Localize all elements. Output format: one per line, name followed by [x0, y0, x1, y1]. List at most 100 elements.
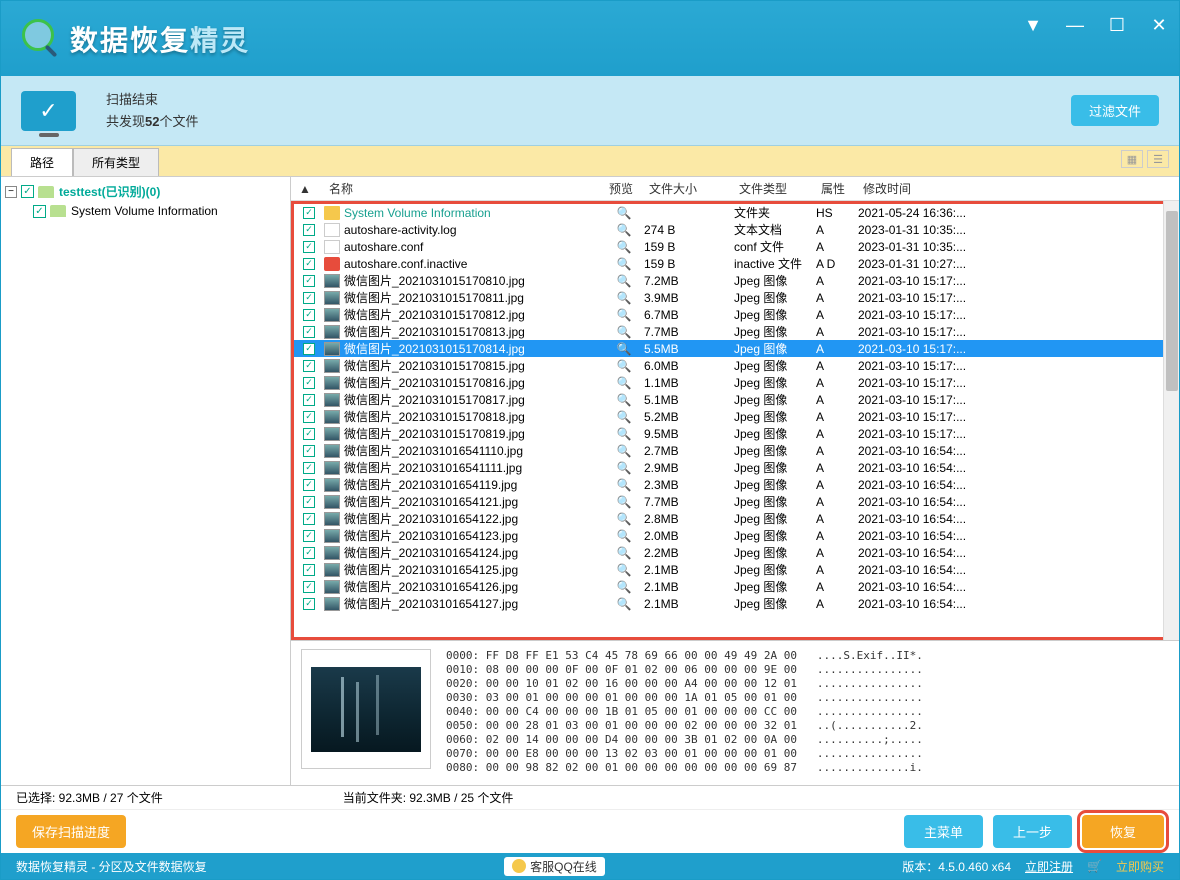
magnifier-icon[interactable]: 🔍 — [604, 359, 644, 373]
col-name[interactable]: 名称 — [321, 176, 601, 201]
checkbox-icon[interactable]: ✓ — [303, 224, 315, 236]
magnifier-icon[interactable]: 🔍 — [604, 223, 644, 237]
magnifier-icon[interactable]: 🔍 — [604, 597, 644, 611]
file-row[interactable]: ✓微信图片_202103101654125.jpg🔍2.1MBJpeg 图像A2… — [294, 561, 1163, 578]
main-menu-button[interactable]: 主菜单 — [904, 815, 983, 848]
file-row[interactable]: ✓微信图片_20210310151708​10.jpg🔍7.2MBJpeg 图像… — [294, 272, 1163, 289]
file-row[interactable]: ✓autoshare-activity.log🔍274 B文本文档A2023-0… — [294, 221, 1163, 238]
magnifier-icon[interactable]: 🔍 — [604, 546, 644, 560]
checkbox-icon[interactable]: ✓ — [303, 326, 315, 338]
collapse-icon[interactable]: − — [5, 186, 17, 198]
close-button[interactable]: ✕ — [1149, 15, 1169, 35]
checkbox-icon[interactable]: ✓ — [303, 411, 315, 423]
file-row[interactable]: ✓微信图片_20210310165411​11.jpg🔍2.9MBJpeg 图像… — [294, 459, 1163, 476]
magnifier-icon[interactable]: 🔍 — [604, 257, 644, 271]
dropdown-icon[interactable]: ▼ — [1023, 15, 1043, 35]
magnifier-icon[interactable]: 🔍 — [604, 376, 644, 390]
magnifier-icon[interactable]: 🔍 — [604, 580, 644, 594]
checkbox-icon[interactable]: ✓ — [303, 428, 315, 440]
file-row[interactable]: ✓微信图片_202103101654127.jpg🔍2.1MBJpeg 图像A2… — [294, 595, 1163, 612]
checkbox-icon[interactable]: ✓ — [303, 564, 315, 576]
tab-types[interactable]: 所有类型 — [73, 148, 159, 176]
tab-path[interactable]: 路径 — [11, 148, 73, 176]
checkbox-icon[interactable]: ✓ — [303, 479, 315, 491]
filter-button[interactable]: 过滤文件 — [1071, 95, 1159, 126]
magnifier-icon[interactable]: 🔍 — [604, 461, 644, 475]
prev-step-button[interactable]: 上一步 — [993, 815, 1072, 848]
col-size[interactable]: 文件大小 — [641, 176, 731, 201]
file-row[interactable]: ✓微信图片_20210310151708​18.jpg🔍5.2MBJpeg 图像… — [294, 408, 1163, 425]
checkbox-icon[interactable]: ✓ — [303, 241, 315, 253]
file-row[interactable]: ✓autoshare.conf.inactive🔍159 Binactive 文… — [294, 255, 1163, 272]
magnifier-icon[interactable]: 🔍 — [604, 563, 644, 577]
file-row[interactable]: ✓微信图片_202103101654122.jpg🔍2.8MBJpeg 图像A2… — [294, 510, 1163, 527]
magnifier-icon[interactable]: 🔍 — [604, 529, 644, 543]
checkbox-icon[interactable]: ✓ — [303, 394, 315, 406]
magnifier-icon[interactable]: 🔍 — [604, 495, 644, 509]
checkbox-icon[interactable]: ✓ — [303, 530, 315, 542]
magnifier-icon[interactable]: 🔍 — [604, 427, 644, 441]
checkbox-icon[interactable]: ✓ — [303, 309, 315, 321]
magnifier-icon[interactable]: 🔍 — [604, 206, 644, 220]
recover-button[interactable]: 恢复 — [1082, 815, 1164, 848]
checkbox-icon[interactable]: ✓ — [303, 292, 315, 304]
magnifier-icon[interactable]: 🔍 — [604, 274, 644, 288]
file-row[interactable]: ✓微信图片_202103101654121.jpg🔍7.7MBJpeg 图像A2… — [294, 493, 1163, 510]
tree-child[interactable]: ✓ System Volume Information — [33, 202, 286, 220]
magnifier-icon[interactable]: 🔍 — [604, 325, 644, 339]
file-row[interactable]: ✓微信图片_20210310151708​13.jpg🔍7.7MBJpeg 图像… — [294, 323, 1163, 340]
checkbox-icon[interactable]: ✓ — [303, 377, 315, 389]
magnifier-icon[interactable]: 🔍 — [604, 512, 644, 526]
checkbox-icon[interactable]: ✓ — [303, 496, 315, 508]
magnifier-icon[interactable]: 🔍 — [604, 342, 644, 356]
col-attr[interactable]: 属性 — [813, 176, 855, 201]
checkbox-icon[interactable]: ✓ — [21, 185, 34, 198]
file-row[interactable]: ✓微信图片_20210310151708​11.jpg🔍3.9MBJpeg 图像… — [294, 289, 1163, 306]
file-row[interactable]: ✓微信图片_202103101654124.jpg🔍2.2MBJpeg 图像A2… — [294, 544, 1163, 561]
file-row[interactable]: ✓微信图片_20210310151708​19.jpg🔍9.5MBJpeg 图像… — [294, 425, 1163, 442]
checkbox-icon[interactable]: ✓ — [303, 445, 315, 457]
magnifier-icon[interactable]: 🔍 — [604, 410, 644, 424]
file-row[interactable]: ✓微信图片_20210310165411​10.jpg🔍2.7MBJpeg 图像… — [294, 442, 1163, 459]
view-list-icon[interactable]: ☰ — [1147, 150, 1169, 168]
scrollbar[interactable] — [1163, 201, 1179, 640]
minimize-button[interactable]: — — [1065, 15, 1085, 35]
magnifier-icon[interactable]: 🔍 — [604, 308, 644, 322]
checkbox-icon[interactable]: ✓ — [303, 581, 315, 593]
file-row[interactable]: ✓System Volume Information🔍文件夹HS2021-05-… — [294, 204, 1163, 221]
checkbox-icon[interactable]: ✓ — [303, 598, 315, 610]
magnifier-icon[interactable]: 🔍 — [604, 444, 644, 458]
checkbox-icon[interactable]: ✓ — [303, 462, 315, 474]
checkbox-icon[interactable]: ✓ — [303, 258, 315, 270]
file-row[interactable]: ✓微信图片_20210310151708​14.jpg🔍5.5MBJpeg 图像… — [294, 340, 1163, 357]
magnifier-icon[interactable]: 🔍 — [604, 240, 644, 254]
view-grid-icon[interactable]: ▦ — [1121, 150, 1143, 168]
magnifier-icon[interactable]: 🔍 — [604, 478, 644, 492]
col-type[interactable]: 文件类型 — [731, 176, 813, 201]
file-row[interactable]: ✓微信图片_202103101654126.jpg🔍2.1MBJpeg 图像A2… — [294, 578, 1163, 595]
file-row[interactable]: ✓微信图片_20210310151708​16.jpg🔍1.1MBJpeg 图像… — [294, 374, 1163, 391]
file-row[interactable]: ✓微信图片_202103101654119.jpg🔍2.3MBJpeg 图像A2… — [294, 476, 1163, 493]
checkbox-icon[interactable]: ✓ — [303, 343, 315, 355]
qq-support-button[interactable]: 客服QQ在线 — [504, 857, 605, 876]
checkbox-icon[interactable]: ✓ — [303, 275, 315, 287]
col-date[interactable]: 修改时间 — [855, 176, 1010, 201]
col-preview[interactable]: 预览 — [601, 176, 641, 201]
register-link[interactable]: 立即注册 — [1025, 858, 1073, 875]
buy-link[interactable]: 立即购买 — [1116, 858, 1164, 875]
save-progress-button[interactable]: 保存扫描进度 — [16, 815, 126, 848]
checkbox-icon[interactable]: ✓ — [33, 205, 46, 218]
file-row[interactable]: ✓微信图片_20210310151708​17.jpg🔍5.1MBJpeg 图像… — [294, 391, 1163, 408]
file-row[interactable]: ✓微信图片_202103101654123.jpg🔍2.0MBJpeg 图像A2… — [294, 527, 1163, 544]
tree-root[interactable]: − ✓ testtest(已识别)(0) — [5, 181, 286, 202]
file-row[interactable]: ✓微信图片_20210310151708​12.jpg🔍6.7MBJpeg 图像… — [294, 306, 1163, 323]
file-row[interactable]: ✓autoshare.conf🔍159 Bconf 文件A2023-01-31 … — [294, 238, 1163, 255]
checkbox-icon[interactable]: ✓ — [303, 207, 315, 219]
checkbox-icon[interactable]: ✓ — [303, 360, 315, 372]
maximize-button[interactable]: ☐ — [1107, 15, 1127, 35]
sort-icon[interactable]: ▲ — [291, 178, 321, 200]
file-row[interactable]: ✓微信图片_20210310151708​15.jpg🔍6.0MBJpeg 图像… — [294, 357, 1163, 374]
magnifier-icon[interactable]: 🔍 — [604, 393, 644, 407]
checkbox-icon[interactable]: ✓ — [303, 547, 315, 559]
checkbox-icon[interactable]: ✓ — [303, 513, 315, 525]
